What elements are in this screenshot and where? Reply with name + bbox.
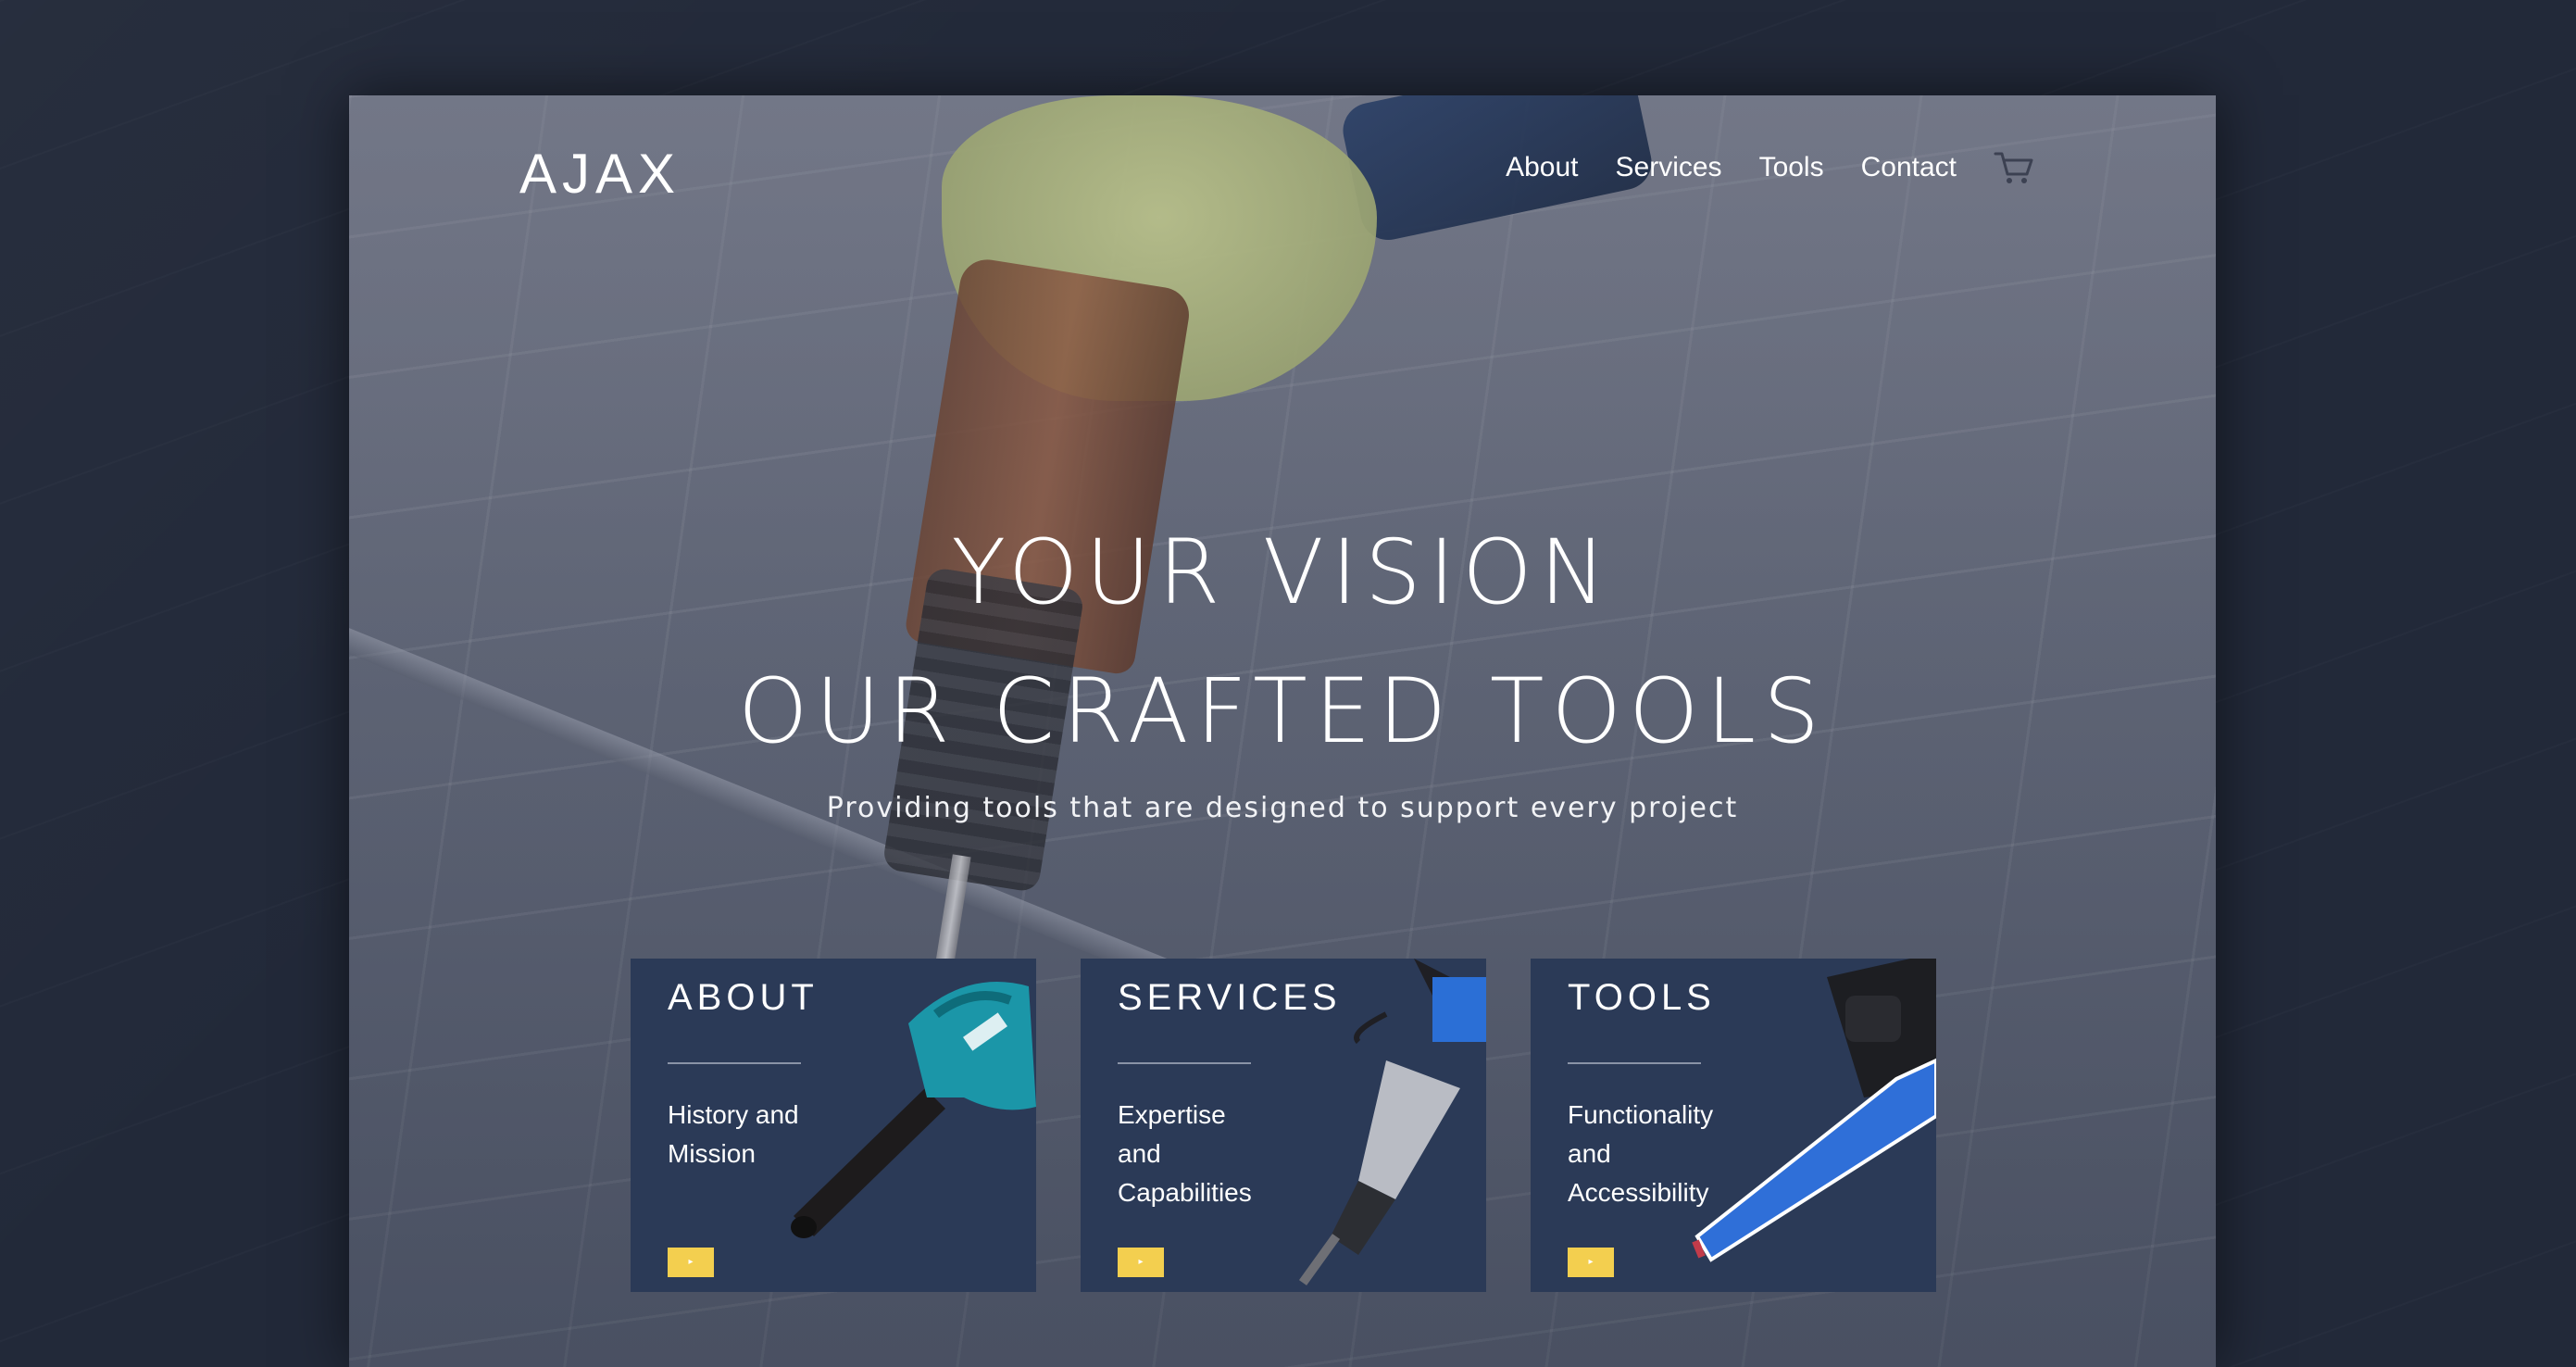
- hero-subtitle: Providing tools that are designed to sup…: [826, 792, 1739, 824]
- card-services-button[interactable]: ▸: [1118, 1248, 1164, 1277]
- card-services-description: Expertise and Capabilities: [1118, 1100, 1252, 1207]
- website-frame: AJAX About Services Tools Contact YOUR V…: [349, 95, 2216, 1367]
- shopping-cart-icon[interactable]: [1994, 149, 2034, 186]
- hero-title-line-1: YOUR VISION: [951, 520, 1614, 624]
- play-icon: ▸: [1138, 1257, 1144, 1267]
- play-icon: ▸: [688, 1257, 694, 1267]
- nav-services[interactable]: Services: [1616, 152, 1722, 183]
- site-header: AJAX About Services Tools Contact: [349, 95, 2216, 271]
- brand-logo[interactable]: AJAX: [519, 142, 681, 206]
- card-services-title: SERVICES: [1118, 977, 1342, 1018]
- card-about-title: ABOUT: [668, 977, 819, 1018]
- nav-about[interactable]: About: [1506, 152, 1578, 183]
- card-services[interactable]: SERVICES Expertise and Capabilities ▸: [1081, 959, 1486, 1292]
- card-about-button[interactable]: ▸: [668, 1248, 714, 1277]
- feature-cards: ABOUT History and Mission ▸ SERVICES Exp…: [631, 959, 1936, 1292]
- hero-title-line-2: OUR CRAFTED TOOLS: [737, 659, 1827, 763]
- card-about[interactable]: ABOUT History and Mission ▸: [631, 959, 1036, 1292]
- card-tools-divider: [1568, 1062, 1701, 1064]
- card-tools-title: TOOLS: [1568, 977, 1716, 1018]
- main-nav: About Services Tools Contact: [1506, 149, 2034, 186]
- nav-tools[interactable]: Tools: [1759, 152, 1824, 183]
- nav-contact[interactable]: Contact: [1861, 152, 1957, 183]
- hero-title: YOUR VISION OUR CRAFTED TOOLS: [349, 503, 2216, 781]
- card-about-divider: [668, 1062, 801, 1064]
- hero-section: YOUR VISION OUR CRAFTED TOOLS Providing …: [349, 503, 2216, 824]
- card-about-description: History and Mission: [668, 1100, 799, 1168]
- play-icon: ▸: [1588, 1257, 1594, 1267]
- card-tools-button[interactable]: ▸: [1568, 1248, 1614, 1277]
- card-tools[interactable]: TOOLS Functionality and Accessibility ▸: [1531, 959, 1936, 1292]
- card-tools-description: Functionality and Accessibility: [1568, 1100, 1714, 1207]
- card-services-divider: [1118, 1062, 1251, 1064]
